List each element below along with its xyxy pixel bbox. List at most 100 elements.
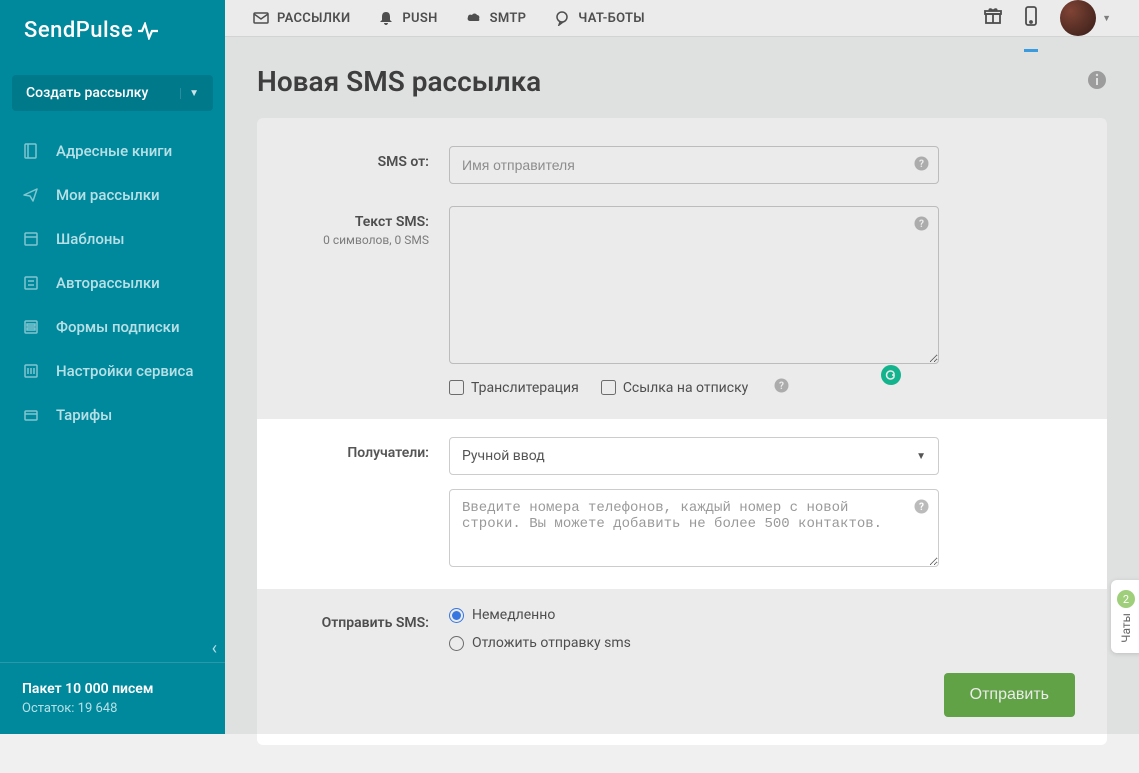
sidebar-item-label: Шаблоны [56,230,125,248]
plan-name: Пакет 10 000 писем [22,681,203,697]
label-schedule: Отправить SMS: [289,615,429,631]
collapse-sidebar-icon[interactable]: ‹ [212,638,217,659]
book-icon [22,142,40,160]
topnav-chatbots[interactable]: ЧАТ-БОТЫ [554,10,645,26]
sidebar-item-forms[interactable]: Формы подписки [0,305,225,349]
chat-widget[interactable]: 2 Чаты [1111,580,1139,653]
select-value: Ручной ввод [462,448,545,464]
sidebar-item-label: Тарифы [56,406,112,424]
settings-icon [22,362,40,380]
form-card: SMS от: ? Текст SMS: 0 символов, 0 SMS [257,118,1107,745]
help-icon[interactable]: ? [774,378,789,397]
char-counter: 0 символов, 0 SMS [289,233,429,247]
checkbox-translit-input[interactable] [449,380,464,395]
chat-label: Чаты [1119,613,1133,643]
grammarly-icon[interactable] [881,365,901,385]
topbar: РАССЫЛКИ PUSH SMTP ЧАТ-БОТЫ [225,0,1139,37]
topnav-label: PUSH [402,11,437,26]
chevron-down-icon: ▼ [180,88,199,99]
checkbox-unsub-input[interactable] [601,380,616,395]
row-recipients: Получатели: Ручной ввод ▼ [289,437,1075,475]
sidebar-item-address-books[interactable]: Адресные книги [0,129,225,173]
svg-text:?: ? [779,381,784,392]
radio-immediate-input[interactable] [449,608,464,623]
form-icon [22,318,40,336]
radio-immediate[interactable]: Немедленно [449,607,939,623]
submit-button[interactable]: Отправить [944,673,1075,717]
pulse-icon [137,22,159,40]
sidebar-item-settings[interactable]: Настройки сервиса [0,349,225,393]
sidebar-item-automations[interactable]: Авторассылки [0,261,225,305]
gift-icon[interactable] [984,7,1002,29]
svg-text:?: ? [919,159,924,170]
sidebar-footer: Пакет 10 000 писем Остаток: 19 648 [0,662,225,734]
avatar [1060,0,1096,36]
label-recipients: Получатели: [289,445,429,461]
recipients-section: Получатели: Ручной ввод ▼ [257,419,1107,589]
automation-icon [22,274,40,292]
radio-delayed-input[interactable] [449,636,464,651]
sidebar-item-my-campaigns[interactable]: Мои рассылки [0,173,225,217]
checkbox-translit[interactable]: Транслитерация [449,380,579,396]
svg-text:?: ? [919,219,924,230]
label-sender: SMS от: [289,154,429,170]
page-header: Новая SMS рассылка [257,65,1107,98]
help-icon[interactable]: ? [914,156,929,175]
content: Новая SMS рассылка SMS от: ? [225,37,1139,773]
sidebar-item-label: Мои рассылки [56,186,160,204]
sidebar-item-templates[interactable]: Шаблоны [0,217,225,261]
phones-input[interactable] [449,489,939,567]
sms-text-input[interactable] [449,206,939,364]
row-text: Текст SMS: 0 символов, 0 SMS ? [289,206,1075,397]
main: РАССЫЛКИ PUSH SMTP ЧАТ-БОТЫ [225,0,1139,734]
create-campaign-button[interactable]: Создать рассылку ▼ [12,75,213,111]
topnav: РАССЫЛКИ PUSH SMTP ЧАТ-БОТЫ [253,10,645,26]
plan-balance: Остаток: 19 648 [22,701,203,716]
template-icon [22,230,40,248]
checkbox-unsub[interactable]: Ссылка на отписку [601,380,748,396]
send-icon [22,186,40,204]
svg-text:?: ? [919,502,924,513]
sender-input[interactable] [449,146,939,184]
bell-icon [378,10,394,26]
topbar-right: ▼ [984,0,1111,36]
submit-row: Отправить [289,673,1075,717]
chat-icon [554,10,570,26]
pricing-icon [22,406,40,424]
topnav-push[interactable]: PUSH [378,10,437,26]
row-phones: ? [289,489,1075,571]
label-text: Текст SMS: [289,214,429,230]
user-menu[interactable]: ▼ [1060,0,1111,36]
topnav-label: SMTP [490,11,527,26]
sidebar-item-pricing[interactable]: Тарифы [0,393,225,437]
logo[interactable]: SendPulse [0,0,225,61]
topnav-label: РАССЫЛКИ [277,11,350,26]
radio-delayed[interactable]: Отложить отправку sms [449,635,939,651]
sidebar-nav: Адресные книги Мои рассылки Шаблоны Авто… [0,125,225,662]
info-icon[interactable] [1087,70,1107,94]
topnav-email[interactable]: РАССЫЛКИ [253,10,350,26]
checkbox-label: Транслитерация [471,380,579,396]
page-title: Новая SMS рассылка [257,65,541,98]
create-campaign-label: Создать рассылку [26,85,148,101]
sidebar-item-label: Формы подписки [56,318,180,336]
radio-label: Отложить отправку sms [472,635,631,651]
help-icon[interactable]: ? [914,499,929,518]
checkbox-label: Ссылка на отписку [623,380,748,396]
sidebar-item-label: Настройки сервиса [56,362,193,380]
row-sender: SMS от: ? [289,146,1075,184]
chevron-down-icon: ▼ [1102,13,1111,24]
logo-text: SendPulse [24,18,133,43]
sidebar: SendPulse Создать рассылку ▼ Адресные кн… [0,0,225,734]
help-icon[interactable]: ? [914,216,929,235]
recipients-select[interactable]: Ручной ввод ▼ [449,437,939,475]
topnav-label: ЧАТ-БОТЫ [578,11,645,26]
row-schedule: Отправить SMS: Немедленно Отложить отпра… [289,607,1075,651]
sidebar-item-label: Авторассылки [56,274,160,292]
topnav-smtp[interactable]: SMTP [466,10,527,26]
radio-label: Немедленно [472,607,555,623]
chevron-down-icon: ▼ [916,451,926,462]
sidebar-item-label: Адресные книги [56,142,172,160]
chat-badge: 2 [1117,590,1135,608]
cloud-icon [466,10,482,26]
